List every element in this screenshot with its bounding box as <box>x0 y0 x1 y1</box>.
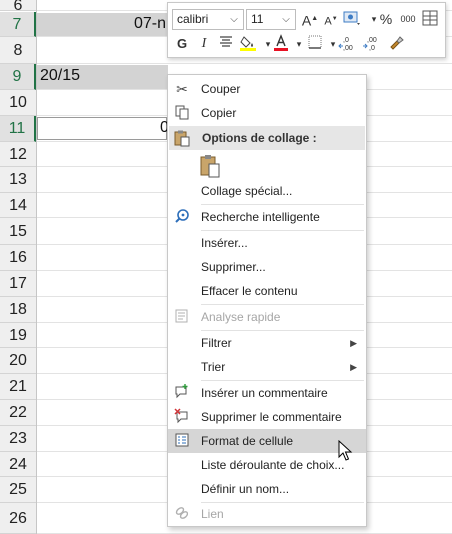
new-comment-icon <box>173 384 191 402</box>
scissors-icon: ✂ <box>176 81 188 97</box>
menu-item-define-name-label: Définir un nom... <box>201 482 290 496</box>
row-header-9[interactable]: 9 <box>0 64 36 90</box>
row-header-10[interactable]: 10 <box>0 90 36 116</box>
delete-comment-icon <box>173 408 191 426</box>
row-header-7[interactable]: 7 <box>0 12 36 37</box>
menu-item-quick-analysis: Analyse rapide <box>168 305 366 329</box>
format-painter-icon[interactable] <box>386 34 406 54</box>
menu-item-delete-label: Supprimer... <box>201 260 266 274</box>
font-size-combo[interactable]: 11 ⌵ <box>246 9 296 30</box>
row-header-25[interactable]: 25 <box>0 477 36 503</box>
menu-item-paste-special[interactable]: Collage spécial... <box>168 179 366 203</box>
percent-style-icon[interactable]: % <box>376 9 396 29</box>
submenu-arrow-icon: ▶ <box>350 338 357 348</box>
font-size-value: 11 <box>251 12 264 26</box>
chevron-down-icon[interactable]: ⌵ <box>227 10 241 29</box>
menu-item-delete-comment-label: Supprimer le commentaire <box>201 410 342 424</box>
increase-decimal-icon[interactable]: ,0,00 <box>338 34 358 54</box>
menu-item-smart-lookup[interactable]: Recherche intelligente <box>168 205 366 229</box>
menu-item-format-cells-label: Format de cellule <box>201 434 294 448</box>
font-name-combo[interactable]: calibri ⌵ <box>172 9 244 30</box>
mouse-pointer-icon <box>338 439 354 462</box>
menu-item-define-name[interactable]: Définir un nom... <box>168 477 366 501</box>
smart-lookup-icon <box>173 208 191 226</box>
menu-item-paste-special-label: Collage spécial... <box>201 184 293 198</box>
menu-item-link-label: Lien <box>201 507 224 521</box>
row-header-16[interactable]: 16 <box>0 245 36 271</box>
menu-item-sort-label: Trier <box>201 360 226 374</box>
menu-item-copy[interactable]: Copier <box>168 101 366 125</box>
row-header-8[interactable]: 8 <box>0 37 36 64</box>
menu-item-sort[interactable]: Trier ▶ <box>168 355 366 379</box>
format-table-icon[interactable] <box>420 9 440 29</box>
row-header-23[interactable]: 23 <box>0 426 36 452</box>
row-gridline <box>36 63 452 64</box>
menu-item-pick-list[interactable]: Liste déroulante de choix... <box>168 453 366 477</box>
increase-font-size-icon[interactable]: A▲ <box>300 9 320 29</box>
menu-item-insert-comment[interactable]: Insérer un commentaire <box>168 381 366 405</box>
row-header-15[interactable]: 15 <box>0 218 36 245</box>
menu-item-delete[interactable]: Supprimer... <box>168 255 366 279</box>
fill-color-icon[interactable] <box>238 34 258 54</box>
link-icon <box>173 505 191 523</box>
decrease-decimal-icon[interactable]: ,00,0 <box>362 34 382 54</box>
submenu-arrow-icon: ▶ <box>350 362 357 372</box>
svg-text:,00: ,00 <box>343 45 353 52</box>
menu-item-delete-comment[interactable]: Supprimer le commentaire <box>168 405 366 429</box>
paste-icon[interactable] <box>199 153 221 179</box>
row-header-26[interactable]: 26 <box>0 503 36 534</box>
menu-item-smart-lookup-label: Recherche intelligente <box>201 210 320 224</box>
menu-item-pick-list-label: Liste déroulante de choix... <box>201 458 345 472</box>
paste-options-header: Options de collage : <box>169 126 365 150</box>
clipboard-icon <box>173 129 191 150</box>
accounting-format-icon[interactable] <box>342 9 362 29</box>
svg-text:,00: ,00 <box>367 37 377 44</box>
align-center-icon[interactable] <box>216 34 236 54</box>
mini-toolbar: calibri ⌵ 11 ⌵ A▲ A▼ ▾ % 000 G I ▾ ▾ ▾ ,… <box>167 2 446 58</box>
context-menu: ✂ Couper Copier Options de collage : Col… <box>167 74 367 527</box>
row-header-13[interactable]: 13 <box>0 167 36 193</box>
menu-item-quick-analysis-label: Analyse rapide <box>201 310 281 324</box>
row-header-11[interactable]: 11 <box>0 116 36 142</box>
font-color-icon[interactable] <box>271 34 291 54</box>
quick-analysis-icon <box>173 308 191 326</box>
menu-item-format-cells[interactable]: Format de cellule <box>168 429 366 453</box>
row-header-20[interactable]: 20 <box>0 348 36 374</box>
row-header-12[interactable]: 12 <box>0 142 36 167</box>
menu-item-clear-contents[interactable]: Effacer le contenu <box>168 279 366 303</box>
svg-text:,0: ,0 <box>369 45 375 52</box>
menu-item-insert-comment-label: Insérer un commentaire <box>201 386 328 400</box>
decrease-font-size-icon[interactable]: A▼ <box>321 9 341 29</box>
active-cell-row11[interactable] <box>37 117 167 140</box>
cell-row9-value: 20/15 <box>40 67 81 84</box>
paste-options-label: Options de collage : <box>202 131 317 145</box>
comma-style-icon[interactable]: 000 <box>398 9 418 29</box>
row-header-18[interactable]: 18 <box>0 297 36 323</box>
menu-item-insert[interactable]: Insérer... <box>168 231 366 255</box>
menu-item-filter[interactable]: Filtrer ▶ <box>168 331 366 355</box>
row-header-24[interactable]: 24 <box>0 452 36 477</box>
borders-icon[interactable] <box>305 34 325 54</box>
row-header-22[interactable]: 22 <box>0 400 36 426</box>
menu-item-clear-contents-label: Effacer le contenu <box>201 284 298 298</box>
cell-row7-value: 07-n <box>134 15 167 32</box>
chevron-down-icon[interactable]: ⌵ <box>279 10 293 29</box>
row-header-14[interactable]: 14 <box>0 193 36 218</box>
font-name-value: calibri <box>177 12 209 26</box>
row-header-17[interactable]: 17 <box>0 271 36 297</box>
svg-text:,0: ,0 <box>343 37 349 44</box>
row-header-6[interactable]: 6 <box>0 0 36 14</box>
menu-item-copy-label: Copier <box>201 106 237 120</box>
menu-item-link: Lien <box>168 502 366 526</box>
bold-icon[interactable]: G <box>172 34 192 54</box>
menu-item-cut-label: Couper <box>201 82 241 96</box>
row-header-19[interactable]: 19 <box>0 323 36 348</box>
menu-item-filter-label: Filtrer <box>201 336 232 350</box>
menu-item-insert-label: Insérer... <box>201 236 248 250</box>
row-header-21[interactable]: 21 <box>0 374 36 400</box>
italic-icon[interactable]: I <box>194 34 214 54</box>
copy-icon <box>173 104 191 122</box>
menu-item-cut[interactable]: ✂ Couper <box>168 77 366 101</box>
format-cells-icon <box>173 432 191 450</box>
